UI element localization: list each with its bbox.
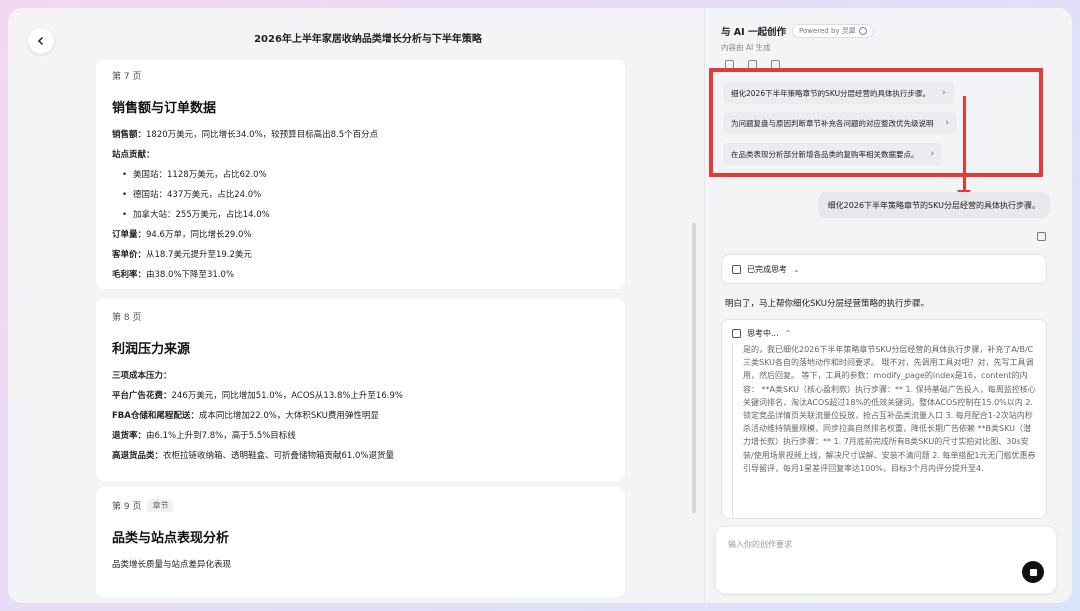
stop-icon (1029, 568, 1037, 576)
ai-subtitle: 内容由 AI 生成 (721, 43, 771, 52)
prompt-input[interactable] (728, 539, 1018, 569)
thinking-text: 是的，我已细化2026下半年策略章节SKU分层经营的具体执行步骤，补充了A/B/… (732, 343, 1036, 518)
page-heading: 品类与站点表现分析 (112, 531, 230, 546)
ai-reply: 明白了，马上帮你细化SKU分层经营策略的执行步骤。 (725, 299, 929, 309)
powered-badge: Powered by 灵犀 (792, 24, 874, 38)
ai-header: 与 AI 一起创作 Powered by 灵犀 内容由 AI 生成 (721, 24, 874, 53)
document-title: 2026年上半年家居收纳品类增长分析与下半年策略 (254, 34, 482, 45)
chevron-left-icon (37, 36, 44, 46)
thinking-complete-toggle[interactable]: 已完成思考 ⌄ (721, 254, 1047, 284)
annotation-arrow (963, 96, 966, 196)
text-line: 退货率：由6.1%上升到7.8%，高于5.5%目标线 (112, 431, 296, 441)
text-line: 客单价：从18.7美元提升至19.2美元 (112, 250, 252, 260)
thinking-icon (732, 264, 741, 274)
suggestion-chip[interactable]: 在品类表现分析部分新增各品类的复购率相关数据要点。 › (723, 143, 943, 165)
scrollbar[interactable] (692, 223, 696, 513)
text-line: FBA仓储和尾程配送：成本同比增加22.0%，大体积SKU费用弹性明显 (112, 411, 379, 421)
text-line: 毛利率：由38.0%下降至31.0% (112, 270, 235, 280)
page-card-7[interactable]: 第 7 页 销售额与订单数据 销售额：1820万美元，同比增长34.0%，较预算… (96, 60, 625, 289)
app-window: 2026年上半年家居收纳品类增长分析与下半年策略 第 7 页 销售额与订单数据 … (8, 8, 1072, 603)
text-line: 平台广告花费：246万美元，同比增加51.0%，ACOS从13.8%上升至16.… (112, 391, 403, 401)
page-heading: 利润压力来源 (112, 342, 191, 357)
chevron-right-icon: › (942, 88, 946, 98)
chevron-right-icon: › (945, 118, 950, 128)
page-heading: 销售额与订单数据 (112, 101, 217, 116)
page-number: 第 8 页 (112, 313, 142, 323)
user-message: 细化2026下半年策略章节的SKU分层经营的具体执行步骤。 (817, 192, 1050, 218)
page-card-8[interactable]: 第 8 页 利润压力来源 三项成本压力： 平台广告花费：246万美元，同比增加5… (96, 298, 625, 481)
stop-button[interactable] (1022, 561, 1044, 583)
text-line: 站点贡献： (112, 150, 155, 160)
thinking-panel: 思考中... ⌃ 是的，我已细化2026下半年策略章节SKU分层经营的具体执行步… (721, 319, 1047, 519)
text-line: 高退货品类：衣柜拉链收纳箱、透明鞋盒、可折叠储物箱贡献61.0%退货量 (112, 451, 395, 461)
thinking-icon (732, 329, 741, 338)
brand-logo-icon (858, 27, 867, 35)
text-line: 三项成本压力： (112, 371, 172, 381)
section-tag: 章节 (147, 499, 174, 512)
page-number: 第 7 页 (112, 72, 142, 82)
suggestion-chip[interactable]: 细化2026下半年策略章节的SKU分层经营的具体执行步骤。 › (723, 82, 954, 104)
ai-title: 与 AI 一起创作 (721, 27, 787, 38)
suggestion-chip[interactable]: 为问题复盘与原因判断章节补充各问题的对应整改优先级说明 › (723, 112, 958, 134)
page-card-9[interactable]: 第 9 页 章节 品类与站点表现分析 品类增长质量与站点差异化表现 (96, 487, 625, 597)
bullet-item: 美国站：1128万美元，占比62.0% (112, 169, 609, 181)
bullet-item: 加拿大站：255万美元，占比14.0% (112, 209, 609, 221)
chevron-up-icon: ⌃ (784, 329, 792, 338)
prompt-input-box (715, 526, 1057, 594)
chevron-right-icon: › (930, 149, 935, 159)
copy-icon[interactable] (1037, 232, 1046, 241)
bullet-item: 德国站：437万美元，占比24.0% (112, 189, 609, 201)
text-line: 品类增长质量与站点差异化表现 (112, 560, 232, 570)
text-line: 订单量：94.6万单，同比增长29.0% (112, 230, 252, 240)
chevron-down-icon: ⌄ (793, 264, 800, 274)
back-button[interactable] (28, 28, 54, 54)
page-number: 第 9 页 章节 (112, 499, 609, 512)
text-line: 销售额：1820万美元，同比增长34.0%，较预算目标高出8.5个百分点 (112, 130, 379, 140)
document-pane: 2026年上半年家居收纳品类增长分析与下半年策略 第 7 页 销售额与订单数据 … (8, 8, 704, 603)
ai-assistant-pane: 与 AI 一起创作 Powered by 灵犀 内容由 AI 生成 细化2026… (704, 8, 1072, 603)
thinking-toggle[interactable]: 思考中... ⌃ (732, 328, 1036, 339)
